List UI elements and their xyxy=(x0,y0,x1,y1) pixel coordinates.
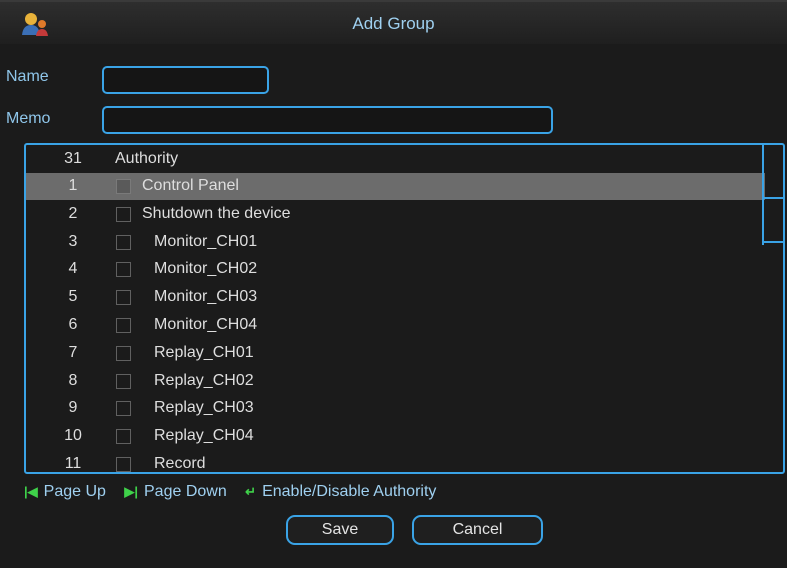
authority-row[interactable]: 1 Control Panel xyxy=(26,173,765,200)
page-up-hint: Page Up xyxy=(43,483,106,500)
row-number: 2 xyxy=(68,204,78,222)
authority-checkbox[interactable] xyxy=(116,318,131,333)
dialog-title: Add Group xyxy=(352,14,435,33)
authority-checkbox[interactable] xyxy=(116,179,131,194)
authority-row[interactable]: 5 Monitor_CH03 xyxy=(26,284,765,311)
authority-row[interactable]: 8 Replay_CH02 xyxy=(26,368,765,395)
authority-label: Monitor_CH02 xyxy=(154,260,258,278)
authority-row[interactable]: 4 Monitor_CH02 xyxy=(26,256,765,283)
cancel-button[interactable]: Cancel xyxy=(412,515,543,545)
authority-label: Control Panel xyxy=(142,177,239,194)
row-number: 3 xyxy=(68,232,78,250)
scroll-thumb[interactable] xyxy=(764,197,783,243)
authority-checkbox[interactable] xyxy=(116,206,131,222)
toggle-hint: Enable/Disable Authority xyxy=(262,483,437,500)
row-number: 5 xyxy=(68,288,78,306)
memo-field[interactable] xyxy=(102,106,553,134)
authority-checkbox[interactable] xyxy=(116,457,131,472)
authority-label: Replay_CH02 xyxy=(154,371,254,389)
page-down-hint: Page Down xyxy=(144,483,227,500)
page-down-icon: ▶| xyxy=(124,484,138,499)
authority-column-header: Authority xyxy=(115,150,179,167)
hint-bar: |◀ Page Up ▶| Page Down ↵ Enable/Disable Au… xyxy=(24,483,450,505)
list-header: 31 Authority xyxy=(26,146,765,173)
authority-label: Monitor_CH04 xyxy=(154,316,258,333)
list-scrollbar[interactable] xyxy=(762,145,783,245)
authority-label: Replay_CH01 xyxy=(154,343,254,361)
authority-label: Replay_CH04 xyxy=(154,427,254,445)
authority-row[interactable]: 6 Monitor_CH04 xyxy=(26,312,765,339)
authority-checkbox[interactable] xyxy=(116,345,131,361)
row-number: 11 xyxy=(64,455,82,472)
page-up-icon: |◀ xyxy=(24,484,38,499)
authority-row[interactable]: 2 Shutdown the device xyxy=(26,201,765,228)
authority-row[interactable]: 11 Record xyxy=(26,451,765,472)
row-number: 1 xyxy=(68,177,78,194)
authority-checkbox[interactable] xyxy=(116,290,131,306)
row-number: 7 xyxy=(68,343,78,361)
row-number: 9 xyxy=(68,399,78,417)
name-label: Name xyxy=(6,68,49,85)
authority-label: Monitor_CH01 xyxy=(154,232,258,250)
name-field[interactable] xyxy=(102,66,269,94)
authority-checkbox[interactable] xyxy=(116,373,131,389)
authority-label: Record xyxy=(154,455,206,472)
save-button[interactable]: Save xyxy=(286,515,394,545)
row-number: 8 xyxy=(68,371,78,389)
authority-row[interactable]: 9 Replay_CH03 xyxy=(26,395,765,422)
authority-label: Shutdown the device xyxy=(142,204,291,222)
authority-label: Replay_CH03 xyxy=(154,399,254,417)
authority-checkbox[interactable] xyxy=(116,234,131,250)
authority-count: 31 xyxy=(64,150,82,167)
memo-label: Memo xyxy=(6,110,51,127)
authority-checkbox[interactable] xyxy=(116,401,131,417)
add-group-dialog: Add Group Name Memo 31 Authority 1 Contro… xyxy=(0,0,787,568)
row-number: 10 xyxy=(64,427,82,445)
enter-icon: ↵ xyxy=(245,484,257,499)
row-number: 4 xyxy=(68,260,78,278)
authority-list[interactable]: 31 Authority 1 Control Panel 2 Shutdown the… xyxy=(24,143,785,474)
authority-label: Monitor_CH03 xyxy=(154,288,258,306)
title-bar: Add Group xyxy=(0,2,787,44)
authority-checkbox[interactable] xyxy=(116,429,131,445)
authority-checkbox[interactable] xyxy=(116,262,131,278)
row-number: 6 xyxy=(68,316,78,333)
authority-row[interactable]: 3 Monitor_CH01 xyxy=(26,229,765,256)
authority-row[interactable]: 7 Replay_CH01 xyxy=(26,340,765,367)
authority-row[interactable]: 10 Replay_CH04 xyxy=(26,423,765,450)
